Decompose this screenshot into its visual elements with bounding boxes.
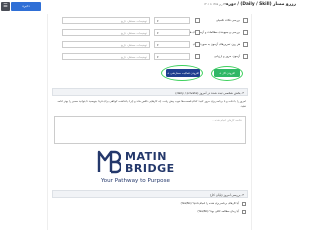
menu-icon: ☰ [3, 3, 8, 9]
task-done-checkbox[interactable] [195, 42, 200, 47]
task-row: بررسی نکات تکمیلی ▾ توضیحات، مستقل، تاری… [62, 17, 248, 24]
task-label: بررسی نکات تکمیلی [216, 18, 240, 22]
page-title: رزرو ممتاز (Daily / Skill) / دوره [225, 2, 296, 7]
task-status-select[interactable]: ▾ [154, 53, 190, 60]
task-checkbox[interactable] [243, 54, 248, 59]
task-done-checkbox[interactable] [195, 18, 200, 23]
save-button[interactable]: ذخیره [11, 2, 41, 11]
logo-tagline: Your Pathway to Purpose [101, 178, 170, 184]
task-row: بررسی و جمع‌بندی مطالعات و آزمون‌های هفت… [62, 29, 248, 36]
reflection-textarea[interactable]: خلاصه کارهای انجام شده... [54, 116, 246, 144]
matin-bridge-logo: MATIN BRIDGE Your Pathway to Purpose [95, 144, 190, 188]
task-status-select[interactable]: ▾ [154, 17, 190, 24]
checkin-item: آیا کارهای برنامه‌ریزی شده را انجام دادم… [54, 201, 246, 207]
task-note-input[interactable]: توضیحات، مستقل، تاریخ [62, 17, 150, 24]
menu-button[interactable]: ☰ [1, 2, 10, 11]
task-checkbox[interactable] [243, 18, 248, 23]
task-label: آزمون، مرور و ارزیابی [213, 54, 240, 58]
add-custom-activity-button[interactable]: + افزودن فعالیت سفارشی [166, 69, 200, 77]
task-row: آزمون، مرور و ارزیابی ▾ توضیحات، مستقل، … [62, 53, 248, 60]
logo-mark-icon [97, 150, 121, 174]
task-checkbox[interactable] [243, 30, 248, 35]
task-note-input[interactable]: توضیحات، مستقل، تاریخ [62, 53, 150, 60]
logo-word-bridge: BRIDGE [125, 162, 175, 175]
checkin-label: آیا کارهای برنامه‌ریزی شده را انجام دادم… [180, 201, 239, 205]
chevron-down-icon: ▾ [157, 19, 159, 23]
task-status-select[interactable]: ▾ [154, 29, 190, 36]
add-task-button[interactable]: + افزودن کار [214, 69, 240, 77]
top-bar: ☰ ذخیره PTE زیر ۱۳۸۸ تا ۱۴۰۱ رزرو ممتاز … [0, 0, 300, 14]
task-note-input[interactable]: توضیحات، مستقل، تاریخ [62, 29, 150, 36]
checkin-checkbox[interactable] [241, 209, 246, 214]
checkin-label: آیا زمان مطالعه کافی بود؟ (Yes/No) [197, 209, 239, 213]
chevron-down-icon: ▾ [157, 31, 159, 35]
task-row: هر روز، تمرین‌های آزمون به صورت جدی ▾ تو… [62, 41, 248, 48]
task-note-input[interactable]: توضیحات، مستقل، تاریخ [62, 41, 150, 48]
task-done-checkbox[interactable] [195, 30, 200, 35]
checkin-item: آیا زمان مطالعه کافی بود؟ (Yes/No) [54, 209, 246, 215]
task-status-select[interactable]: ▾ [154, 41, 190, 48]
reflection-section-heading: ۳. بخش شخصی ثبت شده در امروز (daily / pr… [52, 88, 248, 96]
chevron-down-icon: ▾ [157, 43, 159, 47]
task-done-checkbox[interactable] [195, 54, 200, 59]
checkin-checkbox[interactable] [241, 201, 246, 206]
checkin-section-heading: ۴. بررسی امروز (پایان کار) [52, 190, 248, 198]
reflection-instructions: امروز را با دقت و با برنامه‌ریزی مرور کن… [57, 99, 246, 108]
task-checkbox[interactable] [243, 42, 248, 47]
page-subtitle: PTE زیر ۱۳۸۸ تا ۱۴۰۱ [203, 3, 228, 6]
chevron-down-icon: ▾ [157, 55, 159, 59]
